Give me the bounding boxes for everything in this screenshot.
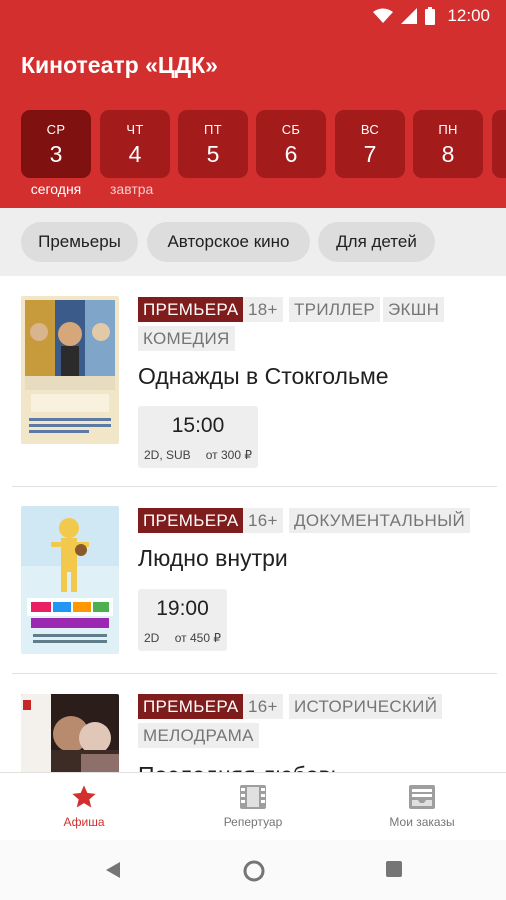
session-button[interactable]: 19:00 2D от 450 ₽ (138, 589, 227, 651)
movie-title[interactable]: Однажды в Стокгольме (138, 363, 389, 390)
tag-premiere: ПРЕМЬЕРА (138, 694, 244, 719)
nav-orders[interactable]: Мои заказы (372, 773, 472, 841)
date-box[interactable] (492, 110, 506, 178)
date-item-6[interactable]: СБ 6 (256, 110, 326, 178)
date-item-3[interactable]: СР 3 сегодня (21, 110, 91, 197)
app-bar: 12:00 Кинотеатр «ЦДК» СР 3 сегодня ЧТ 4 … (0, 0, 506, 208)
session-time: 19:00 (156, 597, 209, 620)
session-format: 2D, SUB (144, 448, 191, 462)
date-item-4[interactable]: ЧТ 4 завтра (100, 110, 170, 197)
date-number: 7 (363, 141, 377, 167)
date-item-7[interactable]: ВС 7 (335, 110, 405, 178)
back-icon[interactable] (104, 860, 122, 885)
date-item-8[interactable]: ПН 8 (413, 110, 483, 178)
tag-genre: ИСТОРИЧЕСКИЙ (289, 694, 443, 719)
date-number: 8 (441, 141, 455, 167)
movie-title[interactable]: Последняя любовь (138, 762, 343, 772)
date-weekday: СР (46, 122, 66, 137)
list-item[interactable]: ПРЕМЬЕРА 16+ ДОКУМЕНТАЛЬНЫЙ Людно внутри… (0, 487, 506, 673)
session-price: от 300 ₽ (205, 448, 252, 462)
signal-icon (401, 8, 418, 24)
system-navigation-bar (0, 840, 506, 900)
nav-repertoire[interactable]: Репертуар (203, 773, 303, 841)
movie-list[interactable]: ПРЕМЬЕРА 18+ ТРИЛЛЕР ЭКШН КОМЕДИЯ Однажд… (0, 276, 506, 772)
date-weekday: ПН (438, 122, 458, 137)
movie-title[interactable]: Людно внутри (138, 545, 288, 572)
recents-icon[interactable] (385, 860, 403, 883)
tag-genre: КОМЕДИЯ (138, 326, 235, 351)
list-item[interactable]: ПРЕМЬЕРА 18+ ТРИЛЛЕР ЭКШН КОМЕДИЯ Однажд… (0, 276, 506, 486)
home-icon[interactable] (243, 860, 265, 887)
date-weekday: СБ (281, 122, 301, 137)
tag-premiere: ПРЕМЬЕРА (138, 297, 244, 322)
bottom-navigation: Афиша Репертуар Мои заказы (0, 772, 506, 840)
date-number: 6 (284, 141, 298, 167)
wifi-icon (373, 8, 394, 24)
tag-genre: ДОКУМЕНТАЛЬНЫЙ (289, 508, 470, 533)
tag-genre: ТРИЛЛЕР (289, 297, 381, 322)
tag-age: 16+ (243, 508, 283, 533)
date-item-next[interactable] (492, 110, 506, 178)
film-icon (203, 783, 303, 811)
tag-genre: МЕЛОДРАМА (138, 723, 259, 748)
chip-kids[interactable]: Для детей (318, 222, 435, 262)
date-box[interactable]: ЧТ 4 (100, 110, 170, 178)
inbox-icon (372, 783, 472, 811)
chip-premieres[interactable]: Премьеры (21, 222, 138, 262)
date-number: 4 (128, 141, 142, 167)
date-item-5[interactable]: ПТ 5 (178, 110, 248, 178)
session-format: 2D (144, 631, 160, 645)
date-caption-today: сегодня (30, 181, 82, 197)
date-weekday: ВС (360, 122, 380, 137)
date-selector: СР 3 сегодня ЧТ 4 завтра ПТ 5 СБ 6 ВС 7 … (21, 110, 506, 200)
battery-icon (425, 7, 436, 25)
date-weekday: ЧТ (126, 122, 144, 137)
date-box[interactable]: ПТ 5 (178, 110, 248, 178)
tag-genre: ЭКШН (383, 297, 445, 322)
date-box[interactable]: СР 3 (21, 110, 91, 178)
date-caption-tomorrow: завтра (110, 181, 154, 197)
star-icon (44, 783, 124, 811)
filter-bar: Премьеры Авторское кино Для детей (0, 208, 506, 276)
status-bar: 12:00 (0, 0, 506, 32)
session-time: 15:00 (171, 414, 225, 437)
nav-afisha[interactable]: Афиша (44, 773, 124, 841)
date-box[interactable]: СБ 6 (256, 110, 326, 178)
list-item[interactable]: ПРЕМЬЕРА 16+ ИСТОРИЧЕСКИЙ МЕЛОДРАМА Посл… (0, 674, 506, 772)
tag-premiere: ПРЕМЬЕРА (138, 508, 244, 533)
date-number: 5 (206, 141, 220, 167)
page-title: Кинотеатр «ЦДК» (21, 52, 218, 78)
movie-poster[interactable] (21, 506, 119, 654)
nav-label: Репертуар (223, 815, 283, 829)
movie-poster[interactable] (21, 296, 119, 444)
date-box[interactable]: ВС 7 (335, 110, 405, 178)
status-time: 12:00 (447, 6, 490, 25)
date-weekday: ПТ (204, 122, 222, 137)
session-button[interactable]: 15:00 2D, SUB от 300 ₽ (138, 406, 258, 468)
chip-arthouse[interactable]: Авторское кино (147, 222, 310, 262)
date-number: 3 (49, 141, 63, 167)
movie-poster[interactable] (21, 694, 119, 772)
tag-age: 18+ (243, 297, 283, 322)
tag-age: 16+ (243, 694, 283, 719)
session-price: от 450 ₽ (174, 631, 221, 645)
nav-label: Афиша (63, 815, 105, 829)
nav-label: Мои заказы (389, 815, 455, 829)
date-box[interactable]: ПН 8 (413, 110, 483, 178)
